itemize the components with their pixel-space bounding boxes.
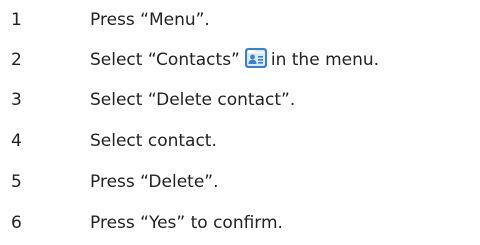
step-number: 6: [11, 213, 22, 233]
step-3: 3 Select “Delete contact”.: [0, 80, 480, 120]
step-4: 4 Select contact.: [0, 121, 480, 161]
step-text: Select “Delete contact”.: [90, 90, 296, 110]
step-1: 1 Press “Menu”.: [0, 0, 480, 40]
step-number: 4: [11, 131, 22, 151]
step-5: 5 Press “Delete”.: [0, 162, 480, 202]
step-text-after-icon: in the menu.: [270, 50, 380, 70]
step-number: 1: [11, 10, 22, 30]
contacts-icon: [244, 47, 268, 69]
step-text: Press “Delete”.: [90, 172, 219, 192]
step-text: Select contact.: [90, 131, 217, 151]
step-6: 6 Press “Yes” to confirm.: [0, 203, 480, 243]
step-text: Select “Contacts” in the menu.: [90, 40, 379, 80]
step-number: 2: [11, 50, 22, 70]
step-number: 3: [11, 90, 22, 110]
step-text: Press “Menu”.: [90, 10, 210, 30]
step-number: 5: [11, 172, 22, 192]
step-2: 2 Select “Contacts” in the menu.: [0, 40, 480, 80]
step-text-before-icon: Select “Contacts”: [90, 50, 240, 70]
step-text: Press “Yes” to confirm.: [90, 213, 283, 233]
